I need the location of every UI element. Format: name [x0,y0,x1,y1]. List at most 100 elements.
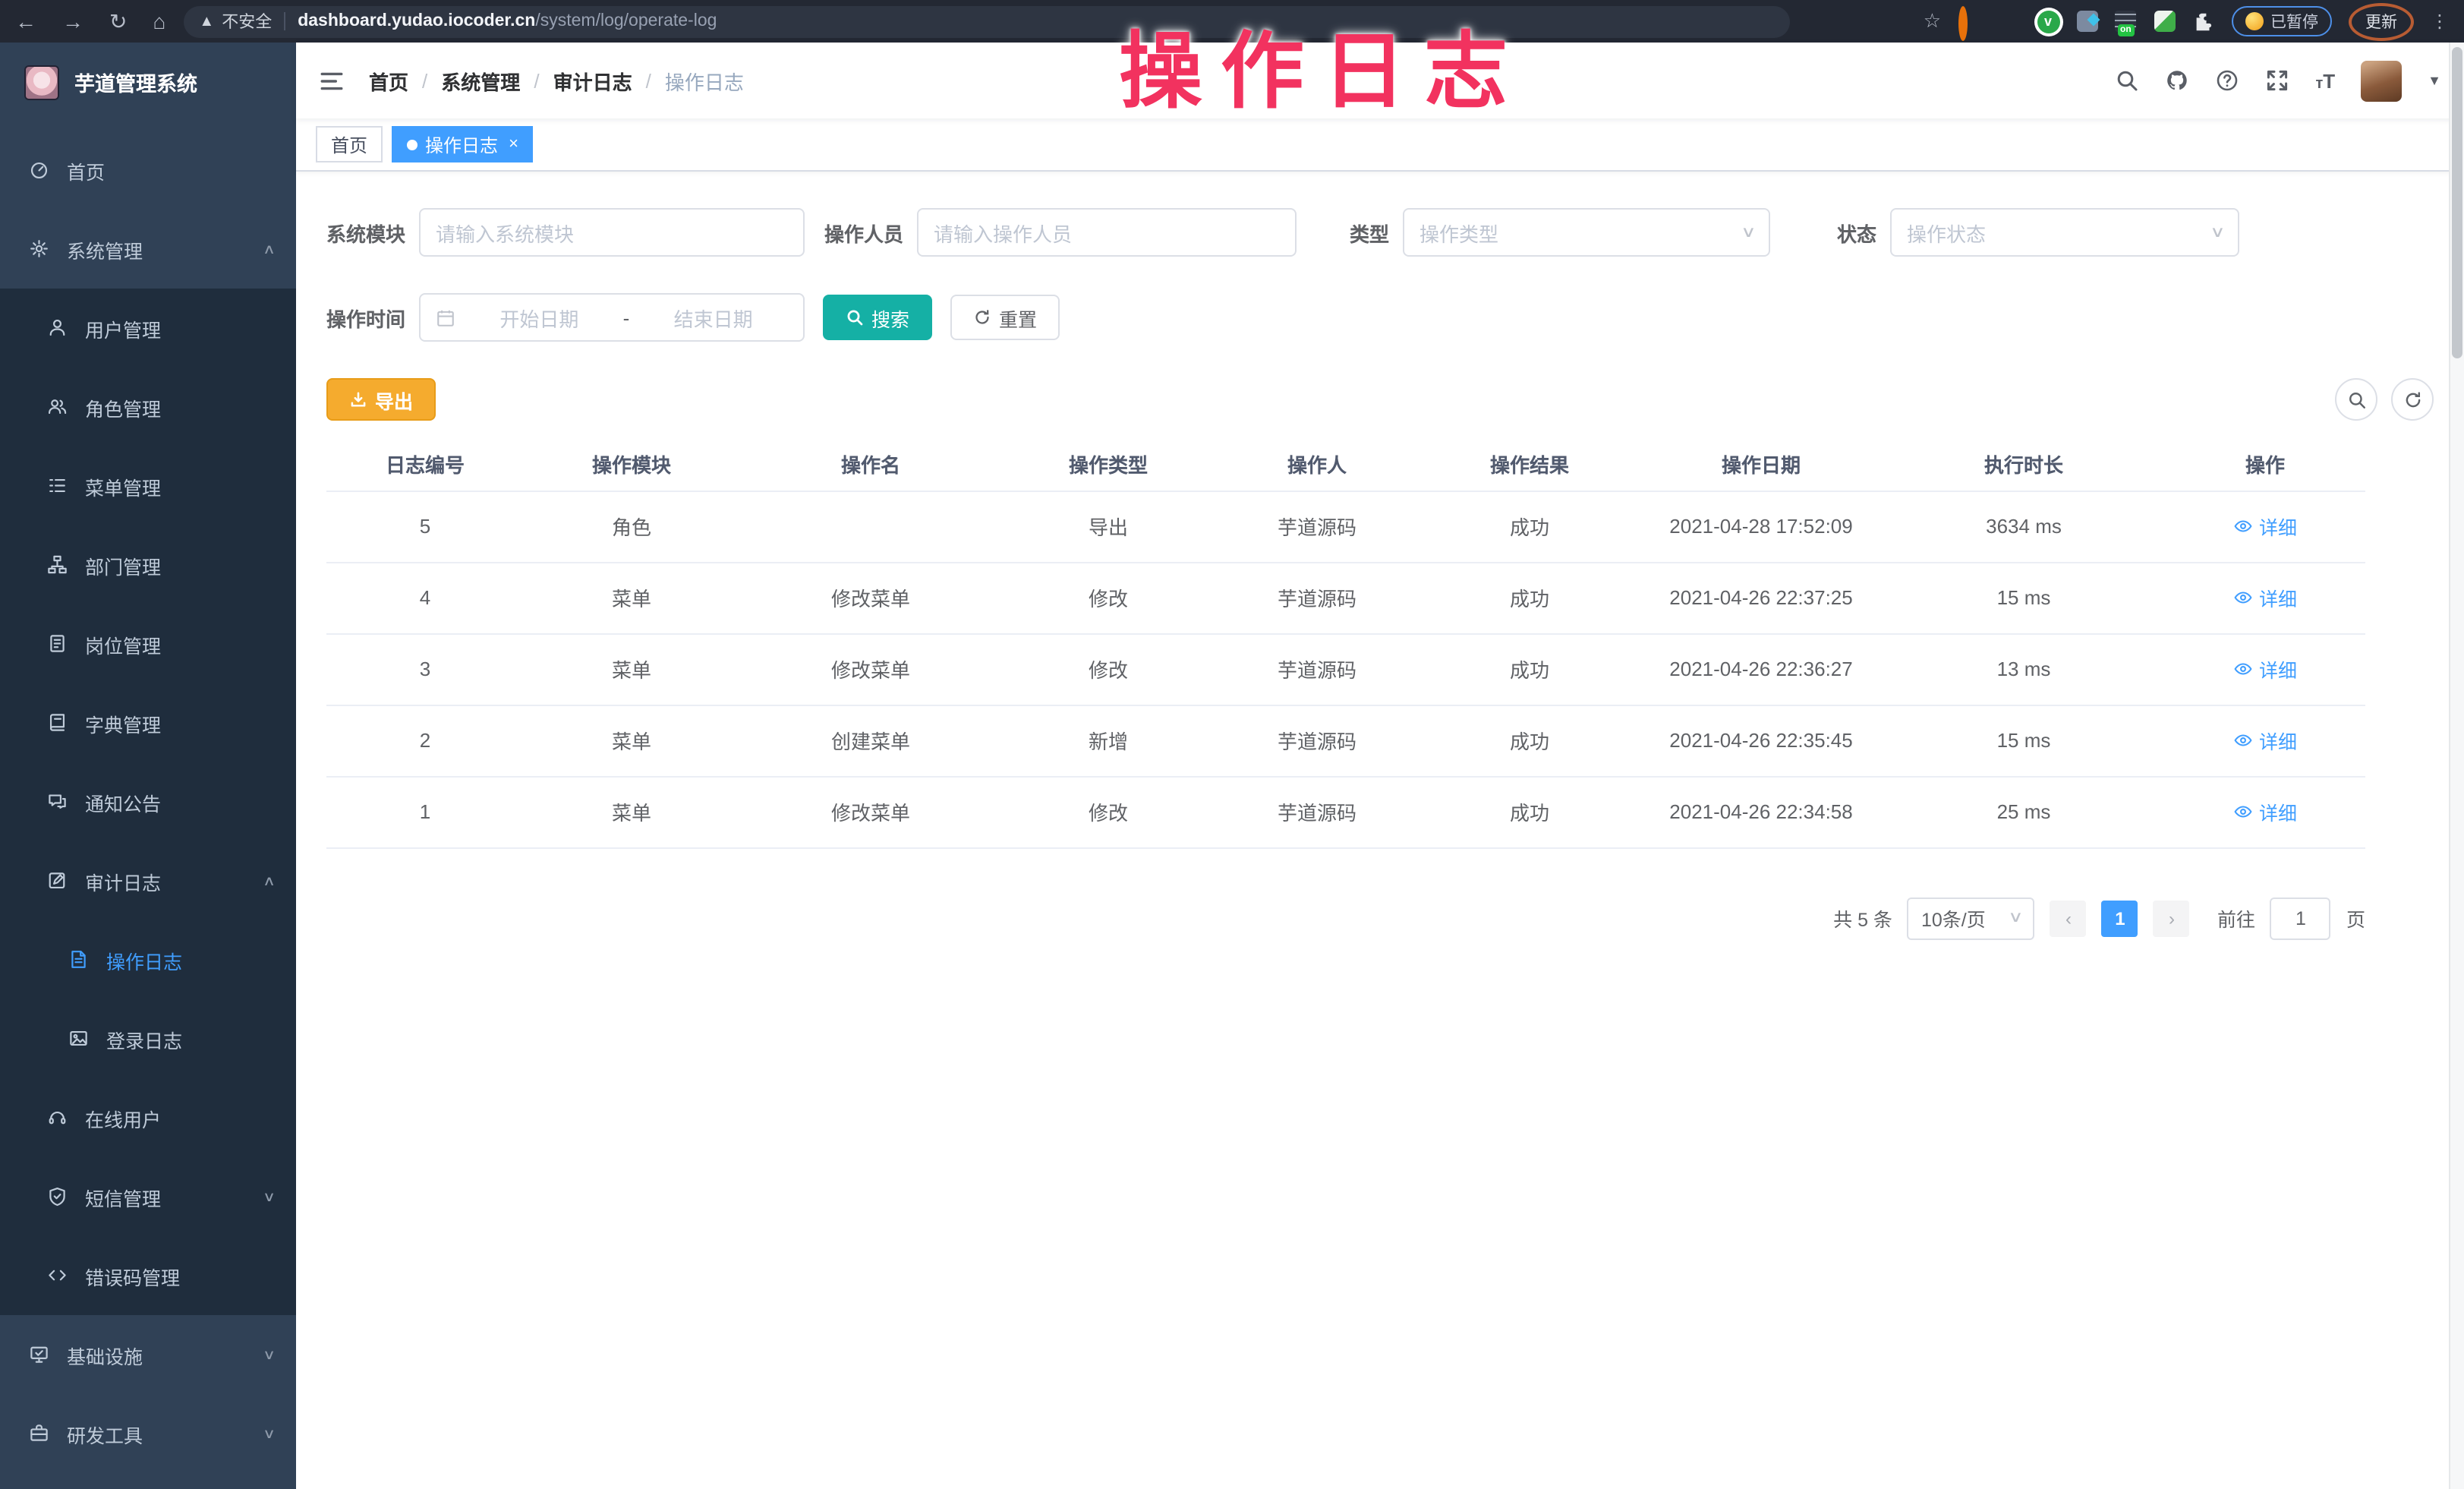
github-icon[interactable] [2165,68,2189,93]
table-cell: 15 ms [1883,562,2165,633]
sidebar-collapse-icon[interactable] [319,68,345,93]
breadcrumb-item-系统管理[interactable]: 系统管理 [441,66,520,95]
extension-gray-icon[interactable] [2076,11,2097,32]
table-cell: 成功 [1419,705,1640,776]
end-date[interactable]: 结束日期 [638,303,788,332]
tab-操作日志[interactable]: 操作日志 × [392,126,534,162]
sidebar-item-基础设施[interactable]: 基础设施∨ [0,1315,296,1394]
table-cell: 修改菜单 [739,633,1002,705]
status-select[interactable]: 操作状态 ∨ [1890,208,2239,257]
scrollbar-thumb[interactable] [2452,47,2462,358]
table-cell: 3634 ms [1883,491,2165,562]
close-icon[interactable]: × [509,135,518,153]
sidebar-item-label: 错误码管理 [85,1261,180,1290]
current-page-button[interactable]: 1 [2102,900,2138,936]
table-row: 3菜单修改菜单修改芋道源码成功2021-04-26 22:36:2713 ms详… [326,633,2365,705]
breadcrumb-item-操作日志: 操作日志 [665,66,744,95]
operator-input[interactable]: 请输入操作人员 [917,208,1297,257]
detail-link[interactable]: 详细 [2233,797,2297,826]
calendar-icon [436,308,455,327]
sidebar-item-岗位管理[interactable]: 岗位管理 [0,604,296,683]
avatar[interactable] [2361,60,2402,101]
address-bar[interactable]: ▲ 不安全 dashboard.yudao.iocoder.cn /system… [184,5,1790,37]
sidebar-item-登录日志[interactable]: 登录日志 [0,999,296,1078]
browser-back-icon[interactable]: ← [15,11,36,32]
sidebar-item-审计日志[interactable]: 审计日志∧ [0,841,296,920]
tab-label: 操作日志 [425,131,498,157]
emoji-icon [2245,12,2263,30]
export-button[interactable]: 导出 [326,378,436,421]
sidebar-item-label: 菜单管理 [85,472,161,500]
detail-link[interactable]: 详细 [2233,655,2297,683]
sidebar-item-label: 首页 [67,156,105,185]
browser-home-icon[interactable]: ⌂ [153,11,165,32]
type-select[interactable]: 操作类型 ∨ [1403,208,1770,257]
extension-green-icon[interactable] [2154,11,2175,32]
sidebar-item-错误码管理[interactable]: 错误码管理 [0,1236,296,1315]
org-tree-icon [47,554,68,576]
operator-label: 操作人员 [824,218,903,247]
chevron-down-icon: ∨ [2209,224,2225,241]
sidebar-item-字典管理[interactable]: 字典管理 [0,683,296,762]
sidebar-item-部门管理[interactable]: 部门管理 [0,525,296,604]
date-range-input[interactable]: 开始日期 - 结束日期 [419,293,805,342]
table-cell: 菜单 [524,776,739,847]
sidebar-item-在线用户[interactable]: 在线用户 [0,1078,296,1157]
table-header-row: 日志编号操作模块操作名操作类型操作人操作结果操作日期执行时长操作 [326,439,2365,491]
sidebar-item-角色管理[interactable]: 角色管理 [0,368,296,446]
sidebar-item-系统管理[interactable]: 系统管理∧ [0,210,296,289]
bookmark-star-icon[interactable]: ☆ [1924,9,1941,33]
extensions-puzzle-icon[interactable] [2191,10,2214,33]
pagination: 共 5 条 10条/页 ∨ ‹ 1 › 前往 页 [326,897,2365,939]
paused-extension-pill[interactable]: 已暂停 [2231,6,2332,36]
breadcrumb-item-首页[interactable]: 首页 [369,66,408,95]
start-date[interactable]: 开始日期 [465,303,614,332]
browser-forward-icon[interactable]: → [62,11,83,32]
extension-v-icon[interactable]: v [2037,10,2059,33]
font-size-icon[interactable]: тT [2315,69,2335,92]
module-input[interactable]: 请输入系统模块 [419,208,805,257]
next-page-button[interactable]: › [2154,900,2190,936]
sidebar-item-菜单管理[interactable]: 菜单管理 [0,446,296,525]
reset-button[interactable]: 重置 [950,295,1060,340]
extension-switch-icon[interactable]: on [2114,10,2137,33]
sidebar-item-操作日志[interactable]: 操作日志 [0,920,296,999]
prev-page-button[interactable]: ‹ [2050,900,2087,936]
detail-link[interactable]: 详细 [2233,583,2297,612]
browser-update-button[interactable]: 更新 [2349,2,2414,40]
goto-page-input[interactable] [2270,897,2331,939]
toggle-search-button[interactable] [2335,378,2377,421]
breadcrumb-item-审计日志[interactable]: 审计日志 [553,66,632,95]
browser-reload-icon[interactable]: ↻ [109,11,127,32]
sidebar-item-通知公告[interactable]: 通知公告 [0,762,296,841]
table-cell: 角色 [524,491,739,562]
extension-orange-icon[interactable] [1958,10,1980,33]
sms-icon [47,1186,68,1207]
scrollbar[interactable] [2449,43,2464,1489]
table-cell-actions: 详细 [2165,491,2365,562]
detail-link[interactable]: 详细 [2233,726,2297,755]
sidebar-item-短信管理[interactable]: 短信管理∨ [0,1157,296,1236]
fullscreen-icon[interactable] [2265,68,2289,93]
search-button[interactable]: 搜索 [823,295,932,340]
table-cell: 2 [326,705,524,776]
security-label[interactable]: 不安全 [222,9,272,33]
breadcrumb: 首页/系统管理/审计日志/操作日志 [369,66,744,95]
refresh-button[interactable] [2391,378,2434,421]
browser-menu-icon[interactable]: ⋮ [2431,11,2449,32]
column-header-操作人: 操作人 [1215,439,1419,491]
help-icon[interactable] [2215,68,2239,93]
app-logo-row[interactable]: 芋道管理系统 [0,43,296,121]
tab-首页[interactable]: 首页 [316,126,383,162]
search-icon[interactable] [2115,68,2139,93]
sidebar-item-用户管理[interactable]: 用户管理 [0,289,296,368]
extension-pin-icon[interactable] [1997,10,2020,33]
table-cell: 芋道源码 [1215,776,1419,847]
app-title: 芋道管理系统 [74,67,197,97]
table-cell: 2021-04-26 22:37:25 [1640,562,1883,633]
sidebar-item-首页[interactable]: 首页 [0,131,296,210]
chevron-down-icon[interactable]: ▼ [2428,73,2441,88]
page-size-select[interactable]: 10条/页 ∨ [1908,897,2035,939]
sidebar-item-研发工具[interactable]: 研发工具∨ [0,1394,296,1473]
detail-link[interactable]: 详细 [2233,512,2297,541]
